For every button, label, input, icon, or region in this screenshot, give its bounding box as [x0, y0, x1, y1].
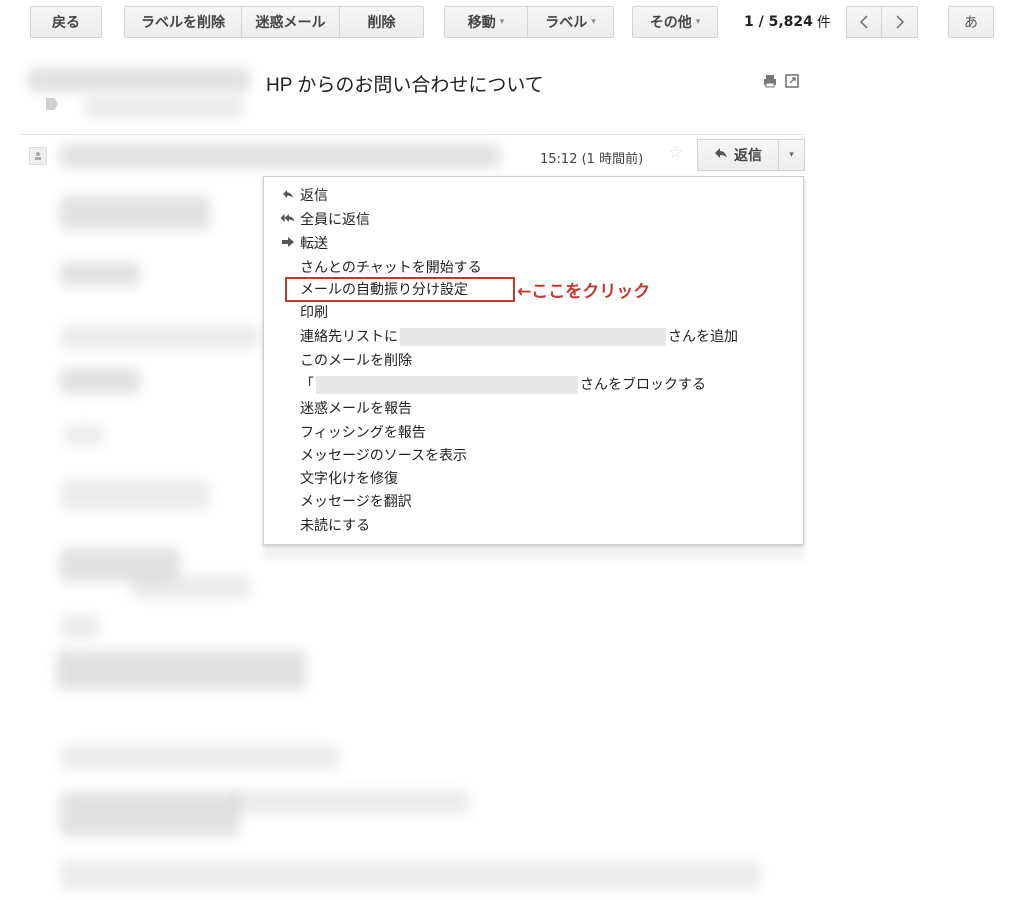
- menu-item-block-sender[interactable]: 「 さんをブロックする: [300, 373, 706, 397]
- next-button[interactable]: [882, 6, 918, 38]
- menu-item-fix-encoding[interactable]: 文字化けを修復: [300, 467, 398, 491]
- redacted-body-block: [56, 650, 306, 690]
- remove-label-label: ラベルを削除: [141, 15, 225, 31]
- menu-item-reply[interactable]: 返信: [283, 184, 328, 208]
- new-window-icon[interactable]: [785, 74, 799, 88]
- redacted-body-block: [60, 368, 140, 394]
- redacted-contact-name: [400, 328, 666, 346]
- menu-item-print[interactable]: 印刷: [300, 301, 328, 325]
- input-tools-button[interactable]: あ: [948, 6, 994, 38]
- redacted-body-block: [60, 262, 140, 286]
- redacted-body-block: [60, 480, 210, 510]
- delete-label: 削除: [367, 15, 396, 31]
- header-divider: [20, 134, 805, 135]
- redacted-body-block: [60, 860, 760, 890]
- menu-item-label: 転送: [300, 236, 328, 252]
- print-icon[interactable]: [763, 74, 777, 88]
- labels-label: ラベル: [545, 15, 588, 31]
- prev-button[interactable]: [846, 6, 882, 38]
- label-tag-icon: [46, 98, 58, 110]
- menu-item-label: フィッシングを報告: [300, 425, 426, 441]
- menu-item-report-phishing[interactable]: フィッシングを報告: [300, 421, 426, 445]
- menu-item-label: 「: [300, 377, 314, 393]
- menu-item-label: 文字化けを修復: [300, 471, 398, 487]
- chevron-down-icon: ▾: [695, 17, 701, 27]
- menu-item-reply-all[interactable]: 全員に返信: [280, 208, 370, 232]
- remove-label-button[interactable]: ラベルを削除: [124, 6, 242, 38]
- labels-button[interactable]: ラベル ▾: [528, 6, 614, 38]
- highlight-box: [285, 277, 515, 302]
- redacted-label-area: [28, 68, 250, 92]
- toolbar: 戻る ラベルを削除 迷惑メール 削除 移動 ▾ ラベル ▾ その他 ▾ 1 / 5,8…: [0, 0, 1024, 48]
- page-count: 1 / 5,824 件: [744, 6, 831, 38]
- person-icon: [35, 152, 41, 160]
- input-tools-label: あ: [964, 15, 978, 31]
- redacted-label-name: [84, 96, 244, 118]
- message-more-button[interactable]: ▾: [779, 139, 805, 171]
- move-button[interactable]: 移動 ▾: [444, 6, 528, 38]
- menu-item-translate[interactable]: メッセージを翻訳: [300, 490, 412, 514]
- redacted-body-block: [60, 792, 240, 836]
- menu-item-label: さんとのチャットを開始する: [300, 260, 482, 276]
- spam-label: 迷惑メール: [255, 15, 326, 31]
- menu-item-label: 迷惑メールを報告: [300, 401, 412, 417]
- reply-icon: [280, 184, 296, 208]
- move-label: 移動: [467, 15, 496, 31]
- message-timestamp: 15:12 (1 時間前): [540, 152, 644, 167]
- page-unit: 件: [816, 15, 831, 31]
- reply-all-icon: [280, 208, 296, 232]
- avatar: [29, 147, 47, 165]
- menu-shadow: [263, 548, 804, 560]
- page-range: 1 / 5,824: [744, 14, 813, 30]
- more-label: その他: [649, 15, 692, 31]
- menu-item-label: 全員に返信: [300, 212, 370, 228]
- menu-item-label: 印刷: [300, 305, 328, 321]
- chevron-down-icon: ▾: [789, 150, 794, 160]
- forward-icon: [280, 232, 296, 256]
- menu-item-label: さんを追加: [668, 329, 738, 345]
- chevron-down-icon: ▾: [591, 17, 596, 27]
- menu-item-mark-unread[interactable]: 未読にする: [300, 514, 370, 538]
- reply-label: 返信: [734, 148, 762, 164]
- spam-button[interactable]: 迷惑メール: [242, 6, 340, 38]
- click-here-annotation: ←ここをクリック: [517, 282, 651, 302]
- redacted-body-block: [60, 615, 100, 639]
- redacted-body-block: [60, 745, 340, 769]
- redacted-body-block: [230, 790, 470, 814]
- menu-item-label: 未読にする: [300, 518, 371, 534]
- chevron-left-icon: [859, 15, 868, 29]
- menu-item-add-contact[interactable]: 連絡先リストに さんを追加: [300, 325, 738, 349]
- chevron-down-icon: ▾: [499, 17, 505, 27]
- more-actions-button[interactable]: その他 ▾: [632, 6, 718, 38]
- message-actions-menu: 返信 全員に返信 転送 さんとのチャットを開始する メールの自動振り分け設定 印…: [263, 176, 804, 545]
- redacted-sender-name: [316, 376, 578, 394]
- reply-button[interactable]: 返信: [697, 139, 779, 171]
- menu-item-label: このメールを削除: [300, 353, 412, 369]
- menu-item-show-original[interactable]: メッセージのソースを表示: [300, 444, 467, 468]
- redacted-body-block: [60, 325, 260, 349]
- menu-item-delete-message[interactable]: このメールを削除: [300, 349, 412, 373]
- menu-item-report-spam[interactable]: 迷惑メールを報告: [300, 397, 412, 421]
- redacted-body-block: [130, 575, 250, 599]
- chevron-right-icon: [895, 15, 904, 29]
- redacted-body-block: [60, 196, 210, 230]
- menu-item-label: メッセージのソースを表示: [300, 448, 468, 464]
- redacted-sender: [60, 144, 500, 168]
- back-label: 戻る: [52, 15, 80, 31]
- menu-item-label: メッセージを翻訳: [300, 494, 412, 510]
- menu-item-label: さんをブロックする: [580, 377, 706, 393]
- message-subject: HP からのお問い合わせについて: [266, 75, 544, 96]
- menu-item-label: 連絡先リストに: [300, 329, 398, 345]
- back-button[interactable]: 戻る: [30, 6, 102, 38]
- reply-icon: [714, 147, 728, 163]
- delete-button[interactable]: 削除: [340, 6, 424, 38]
- redacted-body-block: [64, 425, 104, 445]
- star-icon[interactable]: ☆: [668, 143, 683, 163]
- menu-item-label: 返信: [300, 188, 328, 204]
- menu-item-forward[interactable]: 転送: [282, 232, 328, 256]
